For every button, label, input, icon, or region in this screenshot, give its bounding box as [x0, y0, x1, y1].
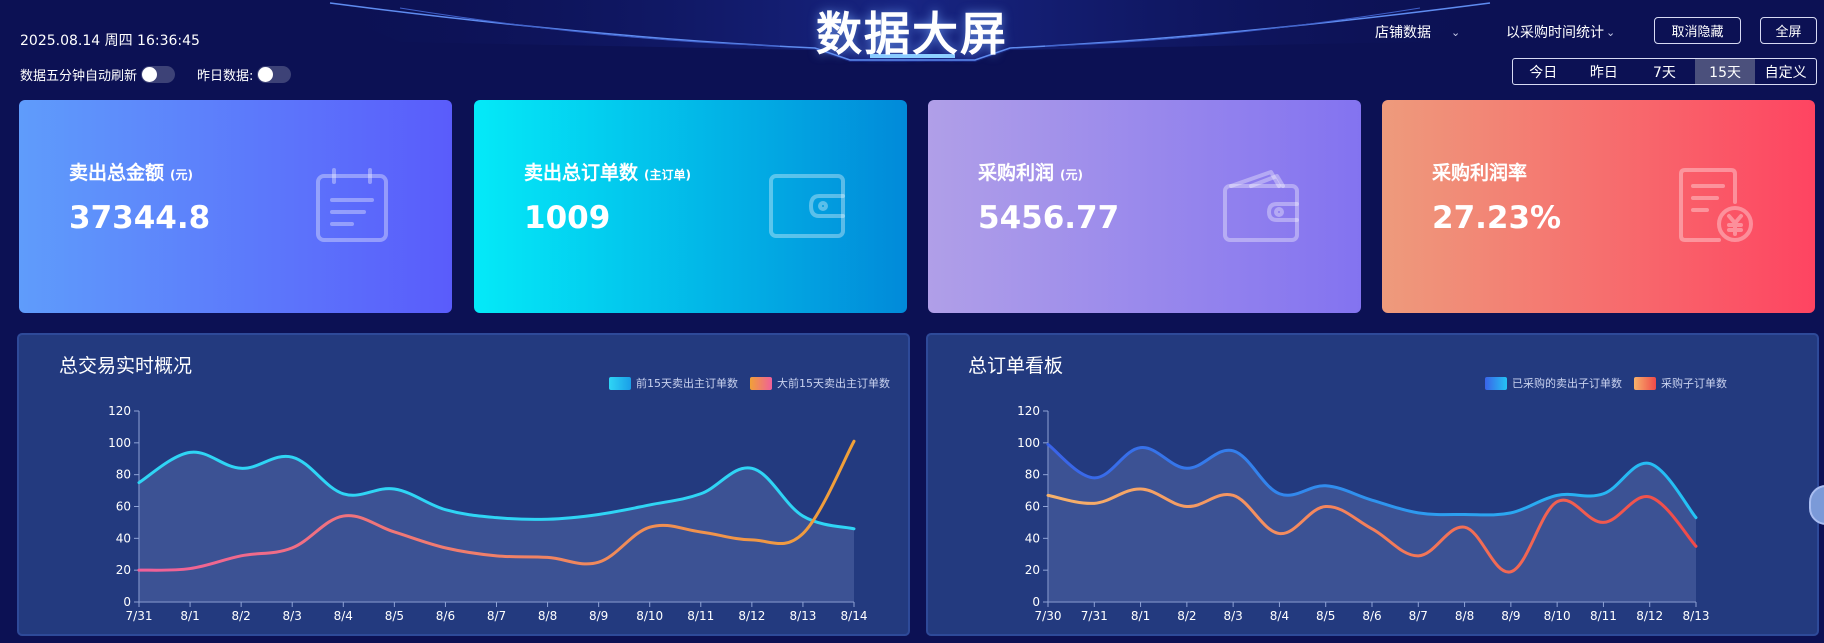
x-tick-label: 8/14	[841, 609, 868, 623]
range-15-days[interactable]: 15天	[1694, 59, 1756, 84]
x-tick-label: 8/1	[180, 609, 199, 623]
yesterday-data-toggle[interactable]	[257, 66, 292, 83]
y-tick-label: 100	[1017, 436, 1040, 450]
stat-card-value: 27.23%	[1432, 200, 1562, 236]
x-tick-label: 8/6	[436, 609, 455, 623]
toggle-knob	[142, 67, 158, 82]
yesterday-data-label: 昨日数据:	[197, 69, 254, 84]
x-tick-label: 8/5	[1316, 609, 1335, 623]
x-tick-label: 7/31	[126, 609, 153, 623]
x-tick-label: 8/12	[1636, 609, 1663, 623]
y-tick-label: 0	[123, 595, 131, 609]
y-tick-label: 40	[116, 531, 131, 545]
stat-label-text: 卖出总金额	[69, 162, 165, 184]
stat-card-sales-amount: 卖出总金额 (元) 37344.8	[19, 100, 452, 313]
stat-unit: (元)	[1060, 168, 1083, 182]
order-line-chart: 0 20 40 60 80 100 120 7/30 7/31 8/1 8/2 8/3 8/4 8/5 8/…	[1017, 404, 1710, 623]
x-tick-label: 8/1	[1131, 609, 1150, 623]
y-tick-label: 0	[1032, 595, 1040, 609]
stat-unit: (主订单)	[644, 168, 691, 182]
calendar-icon	[316, 168, 388, 242]
stat-label-text: 采购利润率	[1432, 162, 1528, 184]
x-tick-label: 8/8	[538, 609, 557, 623]
x-tick-label: 8/3	[283, 609, 302, 623]
range-custom[interactable]: 自定义	[1755, 59, 1816, 84]
order-board-panel: 总订单看板 已采购的卖出子订单数 采购子订单数 0 20 40 60 80 100 120 7…	[926, 333, 1819, 636]
x-tick-label: 8/10	[1544, 609, 1571, 623]
y-tick-label: 80	[116, 468, 131, 482]
x-tick-label: 7/31	[1081, 609, 1108, 623]
fullscreen-button[interactable]: 全屏	[1760, 17, 1817, 44]
auto-refresh-label: 数据五分钟自动刷新	[20, 69, 138, 84]
stat-card-label: 采购利润 (元)	[978, 158, 1083, 185]
x-tick-label: 8/12	[738, 609, 765, 623]
stat-card-value: 1009	[524, 200, 611, 236]
page-title: 数据大屏	[816, 7, 1008, 61]
datetime-display: 2025.08.14 周四 16:36:45	[20, 33, 200, 49]
x-tick-label: 8/4	[1270, 609, 1289, 623]
unhide-button[interactable]: 取消隐藏	[1654, 17, 1741, 44]
chevron-down-icon: ⌄	[1451, 25, 1461, 39]
x-tick-label: 8/10	[636, 609, 663, 623]
stat-label-text: 采购利润	[978, 162, 1055, 184]
y-tick-label: 120	[108, 404, 131, 418]
y-tick-label: 60	[116, 500, 131, 514]
stat-card-label: 采购利润率	[1432, 158, 1533, 185]
stat-card-profit-rate: 采购利润率 27.23%	[1382, 100, 1815, 313]
store-dropdown-label: 店铺数据	[1375, 25, 1431, 41]
x-tick-label: 8/13	[1683, 609, 1710, 623]
x-tick-label: 8/7	[487, 609, 506, 623]
x-tick-label: 8/8	[1455, 609, 1474, 623]
stat-card-order-count: 卖出总订单数 (主订单) 1009	[474, 100, 907, 313]
auto-refresh-toggle[interactable]	[141, 66, 176, 83]
stat-card-label: 卖出总订单数 (主订单)	[524, 158, 691, 185]
trade-overview-panel: 总交易实时概况 前15天卖出主订单数 大前15天卖出主订单数 0 20 40 60 80…	[17, 333, 910, 636]
stat-card-purchase-profit: 采购利润 (元) 5456.77	[928, 100, 1361, 313]
stat-unit: (元)	[170, 168, 193, 182]
y-tick-label: 20	[1025, 563, 1040, 577]
series-area	[139, 452, 854, 602]
toggle-knob	[258, 67, 274, 82]
y-tick-label: 40	[1025, 531, 1040, 545]
range-yesterday[interactable]: 昨日	[1574, 59, 1635, 84]
x-tick-label: 8/7	[1409, 609, 1428, 623]
stat-card-label: 卖出总金额 (元)	[69, 158, 193, 185]
stat-mode-dropdown[interactable]: 以采购时间统计 ⌄	[1506, 22, 1615, 42]
x-tick-label: 8/11	[1590, 609, 1617, 623]
y-tick-label: 60	[1025, 500, 1040, 514]
stat-card-value: 37344.8	[69, 200, 211, 236]
range-7-days[interactable]: 7天	[1634, 59, 1695, 84]
x-tick-label: 8/2	[231, 609, 250, 623]
toggle-row: 数据五分钟自动刷新 昨日数据:	[20, 65, 313, 84]
y-tick-label: 80	[1025, 468, 1040, 482]
wallet-icon	[769, 174, 845, 238]
invoice-yen-icon	[1679, 168, 1753, 242]
range-today[interactable]: 今日	[1513, 59, 1574, 84]
stat-mode-label: 以采购时间统计	[1506, 25, 1604, 41]
x-tick-label: 8/13	[789, 609, 816, 623]
x-tick-label: 7/30	[1035, 609, 1062, 623]
x-tick-label: 8/5	[385, 609, 404, 623]
x-tick-label: 8/6	[1362, 609, 1381, 623]
y-tick-label: 120	[1017, 404, 1040, 418]
x-tick-label: 8/2	[1177, 609, 1196, 623]
stat-card-value: 5456.77	[978, 200, 1120, 236]
x-tick-label: 8/9	[589, 609, 608, 623]
store-dropdown[interactable]: 店铺数据 ⌄	[1375, 22, 1460, 42]
y-tick-label: 20	[116, 563, 131, 577]
x-tick-label: 8/11	[687, 609, 714, 623]
trade-line-chart: 0 20 40 60 80 100 120 7/31 8/1 8/2 8/3 8/4 8/5 8/6 8/7…	[108, 404, 868, 623]
chevron-down-icon: ⌄	[1606, 25, 1616, 39]
x-tick-label: 8/4	[334, 609, 353, 623]
stat-label-text: 卖出总订单数	[524, 162, 639, 184]
purse-icon	[1223, 170, 1299, 242]
y-tick-label: 100	[108, 436, 131, 450]
x-tick-label: 8/3	[1223, 609, 1242, 623]
x-tick-label: 8/9	[1501, 609, 1520, 623]
date-range-selector: 今日 昨日 7天 15天 自定义	[1512, 58, 1817, 85]
top-bar: 数据大屏 2025.08.14 周四 16:36:45 数据五分钟自动刷新 昨日…	[0, 0, 1824, 95]
